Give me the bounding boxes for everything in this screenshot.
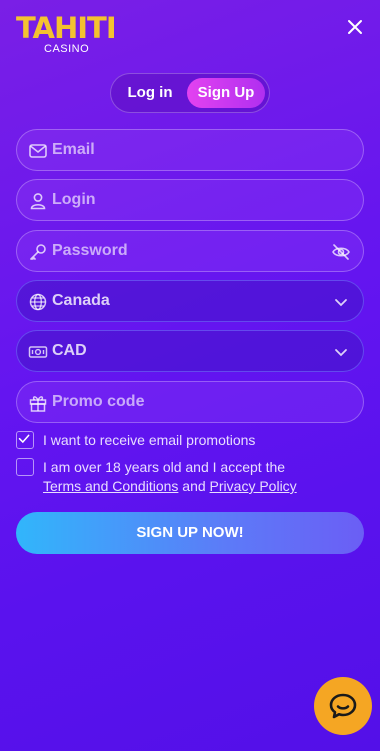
promotions-checkbox[interactable]: [16, 431, 34, 449]
promotions-label: I want to receive email promotions: [43, 432, 256, 448]
country-select[interactable]: Canada: [16, 280, 364, 322]
globe-icon: [29, 293, 47, 311]
chat-icon: [329, 693, 357, 719]
gift-icon: [29, 396, 47, 412]
email-field[interactable]: Email: [16, 129, 364, 171]
logo-subtitle: CASINO: [44, 43, 90, 55]
chat-button[interactable]: [314, 677, 372, 735]
logo: TAHITI CASINO: [16, 14, 117, 58]
promo-code-field[interactable]: Promo code: [16, 381, 364, 423]
currency-value: CAD: [52, 342, 87, 359]
envelope-icon: [29, 144, 47, 158]
privacy-policy-link[interactable]: Privacy Policy: [210, 478, 297, 494]
key-icon: [30, 244, 46, 260]
terms-checkbox[interactable]: [16, 458, 34, 476]
country-value: Canada: [52, 292, 110, 309]
sign-up-button[interactable]: SIGN UP NOW!: [16, 512, 364, 554]
close-icon[interactable]: [344, 16, 366, 38]
password-placeholder: Password: [52, 242, 128, 259]
auth-tabs: Log in Sign Up: [110, 73, 270, 113]
user-icon: [30, 193, 46, 210]
banknote-icon: [28, 346, 48, 358]
currency-select[interactable]: CAD: [16, 330, 364, 372]
terms-label: I am over 18 years old and I accept the …: [43, 458, 297, 496]
login-placeholder: Login: [52, 191, 96, 208]
logo-wordmark: TAHITI: [16, 11, 117, 45]
eye-off-icon[interactable]: [331, 242, 351, 262]
tab-signup[interactable]: Sign Up: [187, 78, 265, 108]
promo-code-placeholder: Promo code: [52, 393, 145, 410]
email-placeholder: Email: [52, 141, 95, 158]
terms-and-conditions-link[interactable]: Terms and Conditions: [43, 478, 178, 494]
terms-and-text: and: [182, 478, 206, 494]
chevron-down-icon: [335, 349, 347, 357]
login-field[interactable]: Login: [16, 179, 364, 221]
tab-login[interactable]: Log in: [117, 78, 183, 108]
chevron-down-icon: [335, 299, 347, 307]
password-field[interactable]: Password: [16, 230, 364, 272]
terms-label-prefix: I am over 18 years old and I accept the: [43, 459, 286, 475]
check-icon: [18, 434, 30, 444]
